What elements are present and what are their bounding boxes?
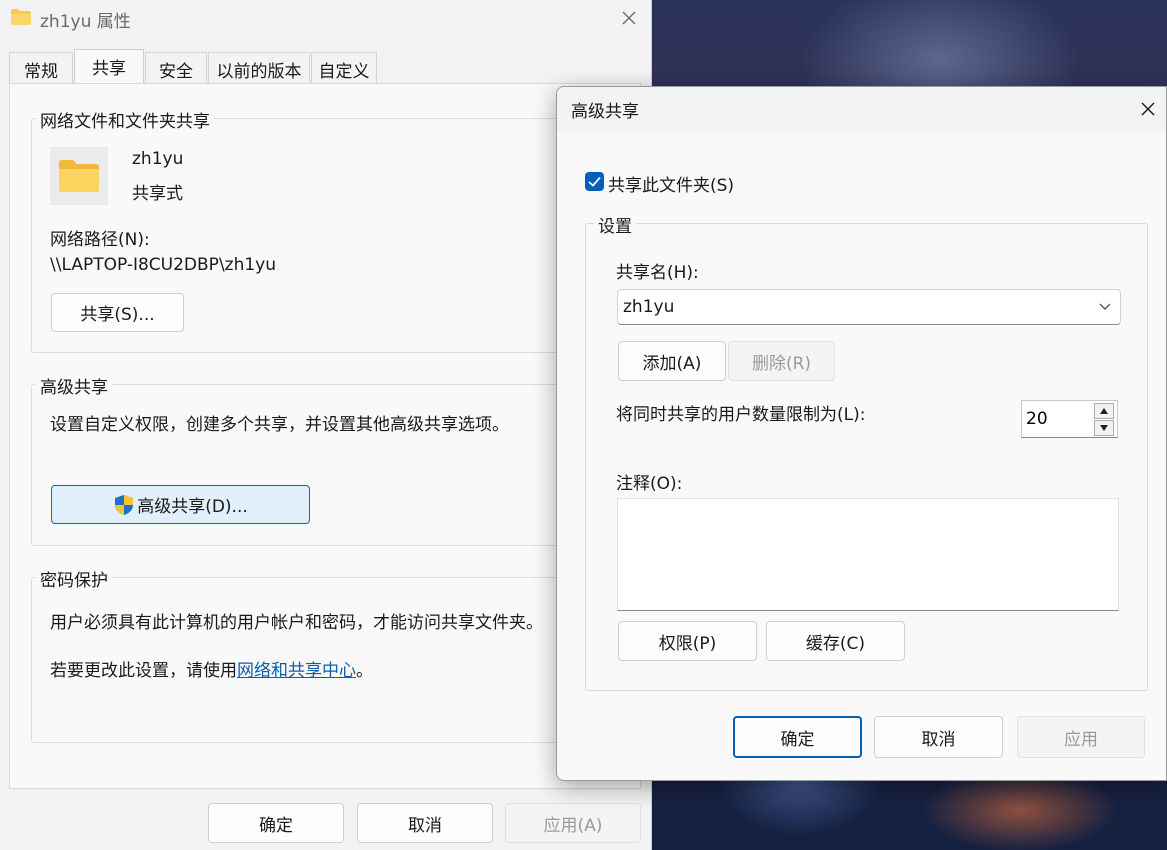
advanced-sharing-group: 高级共享 设置自定义权限，创建多个共享，并设置其他高级共享选项。 高级共享(D)… bbox=[31, 373, 571, 546]
apply-button[interactable]: 应用(A) bbox=[505, 803, 641, 843]
folder-share-status: 共享式 bbox=[132, 184, 183, 204]
dialog-cancel-button[interactable]: 取消 bbox=[874, 716, 1003, 758]
triangle-down-icon bbox=[1100, 425, 1108, 431]
dialog-apply-button[interactable]: 应用 bbox=[1017, 716, 1145, 758]
share-folder-checkbox[interactable] bbox=[585, 172, 604, 191]
close-icon bbox=[622, 11, 636, 25]
shared-folder-icon bbox=[50, 147, 108, 205]
group-title: 网络文件和文件夹共享 bbox=[36, 107, 214, 132]
advanced-sharing-dialog: 高级共享 共享此文件夹(S) 设置 共享名(H): zh1yu 添加(A) 删除… bbox=[556, 86, 1167, 781]
chevron-down-icon bbox=[1099, 303, 1111, 310]
caching-button[interactable]: 缓存(C) bbox=[766, 621, 905, 661]
share-button[interactable]: 共享(S)... bbox=[51, 293, 184, 332]
share-folder-label[interactable]: 共享此文件夹(S) bbox=[608, 171, 734, 196]
triangle-up-icon bbox=[1100, 408, 1108, 414]
properties-titlebar: zh1yu 属性 bbox=[0, 0, 651, 38]
network-path-label: 网络路径(N): bbox=[50, 230, 150, 250]
dialog-title: 高级共享 bbox=[571, 102, 639, 122]
close-icon bbox=[1141, 102, 1155, 116]
permissions-button[interactable]: 权限(P) bbox=[618, 621, 757, 661]
user-limit-spinner bbox=[1021, 400, 1118, 438]
tab-sharing[interactable]: 共享 bbox=[74, 49, 144, 84]
dialog-ok-button[interactable]: 确定 bbox=[733, 716, 862, 758]
share-name-label: 共享名(H): bbox=[616, 263, 699, 283]
group-title: 密码保护 bbox=[36, 566, 112, 591]
ok-button[interactable]: 确定 bbox=[208, 803, 344, 843]
tab-security[interactable]: 安全 bbox=[145, 52, 207, 84]
checkmark-icon bbox=[588, 176, 601, 187]
folder-name: zh1yu bbox=[132, 149, 184, 169]
group-title: 高级共享 bbox=[36, 373, 112, 398]
network-path-value: \\LAPTOP-I8CU2DBP\zh1yu bbox=[50, 255, 277, 275]
uac-shield-icon bbox=[115, 494, 134, 515]
sharing-tab-panel: 网络文件和文件夹共享 zh1yu 共享式 网络路径(N): \\LAPTOP-I… bbox=[9, 83, 641, 789]
share-name-value: zh1yu bbox=[623, 297, 675, 317]
folder-icon bbox=[10, 8, 32, 31]
network-sharing-center-link[interactable]: 网络和共享中心 bbox=[237, 661, 356, 681]
network-sharing-group: 网络文件和文件夹共享 zh1yu 共享式 网络路径(N): \\LAPTOP-I… bbox=[31, 107, 571, 353]
advanced-sharing-button[interactable]: 高级共享(D)... bbox=[51, 485, 310, 524]
window-title: zh1yu 属性 bbox=[40, 12, 131, 32]
comment-textarea[interactable] bbox=[617, 498, 1119, 611]
tab-customize[interactable]: 自定义 bbox=[311, 52, 377, 84]
tab-previous-versions[interactable]: 以前的版本 bbox=[208, 52, 310, 84]
password-protection-group: 密码保护 用户必须具有此计算机的用户帐户和密码，才能访问共享文件夹。 若要更改此… bbox=[31, 566, 571, 743]
properties-window: zh1yu 属性 常规 共享 安全 以前的版本 自定义 网络文件和文件夹共享 z… bbox=[0, 0, 652, 850]
password-protection-description: 用户必须具有此计算机的用户帐户和密码，才能访问共享文件夹。 bbox=[50, 613, 543, 633]
close-button[interactable] bbox=[612, 2, 646, 34]
user-limit-input[interactable] bbox=[1022, 401, 1092, 437]
spin-up-button[interactable] bbox=[1094, 403, 1114, 419]
share-name-combobox[interactable]: zh1yu bbox=[617, 289, 1121, 325]
dialog-close-button[interactable] bbox=[1131, 93, 1165, 125]
advanced-sharing-button-label: 高级共享(D)... bbox=[137, 497, 248, 517]
settings-group: 设置 共享名(H): zh1yu 添加(A) 删除(R) 将同时共享的用户数量限… bbox=[585, 212, 1148, 691]
dialog-titlebar: 高级共享 bbox=[557, 87, 1166, 131]
change-setting-text: 若要更改此设置，请使用网络和共享中心。 bbox=[50, 656, 373, 681]
advanced-sharing-description: 设置自定义权限，创建多个共享，并设置其他高级共享选项。 bbox=[50, 415, 509, 435]
add-button[interactable]: 添加(A) bbox=[618, 341, 726, 381]
comment-label: 注释(O): bbox=[616, 474, 683, 494]
cancel-button[interactable]: 取消 bbox=[357, 803, 493, 843]
remove-button[interactable]: 删除(R) bbox=[728, 341, 835, 381]
spin-down-button[interactable] bbox=[1094, 420, 1114, 436]
change-setting-suffix: 。 bbox=[356, 661, 373, 681]
group-title: 设置 bbox=[594, 212, 636, 237]
change-setting-prefix: 若要更改此设置，请使用 bbox=[50, 661, 237, 681]
user-limit-label: 将同时共享的用户数量限制为(L): bbox=[616, 405, 866, 425]
tab-general[interactable]: 常规 bbox=[9, 52, 73, 84]
